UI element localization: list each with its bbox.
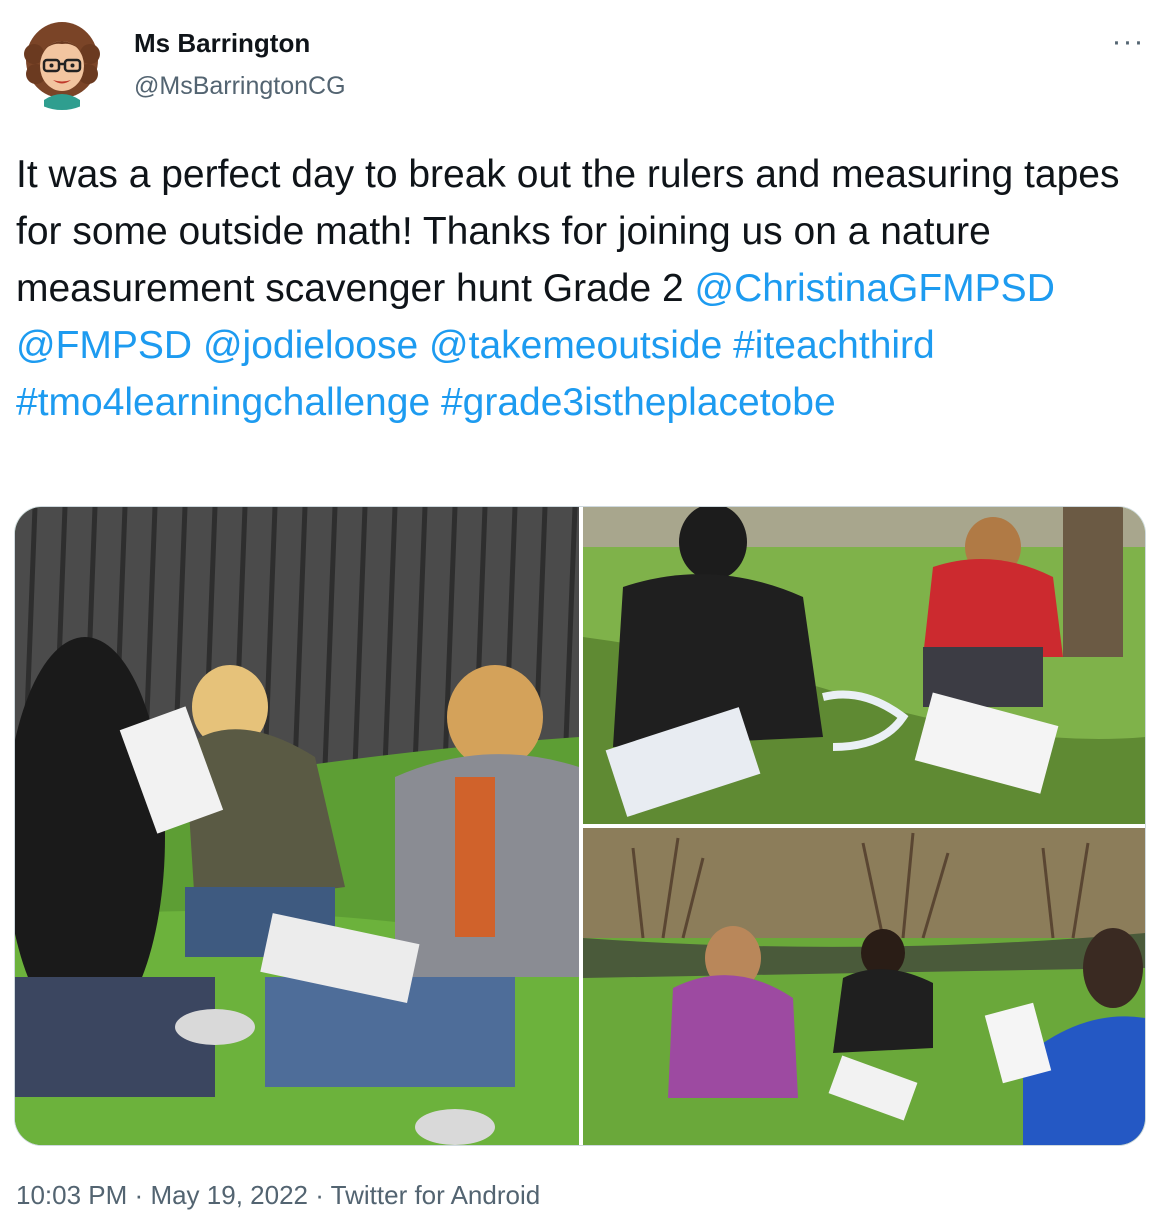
tweet-text-segment <box>430 381 441 424</box>
tweet-date[interactable]: May 19, 2022 <box>150 1180 308 1210</box>
tweet-time[interactable]: 10:03 PM <box>16 1180 127 1210</box>
photo-girls-by-creek <box>583 828 1145 1145</box>
tweet-text: It was a perfect day to break out the ru… <box>16 146 1146 431</box>
tweet-meta: 10:03 PM · May 19, 2022 · Twitter for An… <box>16 1180 540 1211</box>
photo-1[interactable] <box>15 507 579 1145</box>
author-name[interactable]: Ms Barrington <box>134 28 310 59</box>
mention-link[interactable]: @FMPSD <box>16 324 192 367</box>
mention-link[interactable]: @takemeoutside <box>429 324 722 367</box>
photo-boys-measuring <box>583 507 1145 824</box>
photo-3[interactable] <box>583 828 1145 1145</box>
meta-separator: · <box>134 1180 144 1210</box>
mention-link[interactable]: @ChristinaGFMPSD <box>695 267 1055 310</box>
photo-2[interactable] <box>583 507 1145 824</box>
tweet-text-segment <box>935 324 946 367</box>
hashtag-link[interactable]: #tmo4learningchallenge <box>16 381 430 424</box>
meta-separator: · <box>315 1180 324 1210</box>
photo-grid <box>14 506 1146 1146</box>
bitmoji-avatar-icon <box>14 14 110 110</box>
photo-kids-by-fence <box>15 507 579 1145</box>
tweet-text-segment <box>418 324 429 367</box>
hashtag-link[interactable]: #iteachthird <box>733 324 935 367</box>
author-handle[interactable]: @MsBarringtonCG <box>134 72 346 101</box>
tweet-text-segment <box>722 324 733 367</box>
mention-link[interactable]: @jodieloose <box>203 324 418 367</box>
tweet-text-segment <box>1055 267 1066 310</box>
more-options-icon[interactable]: ··· <box>1108 22 1148 62</box>
tweet-text-segment <box>192 324 203 367</box>
hashtag-link[interactable]: #grade3istheplacetobe <box>441 381 836 424</box>
tweet-source[interactable]: Twitter for Android <box>331 1180 541 1210</box>
author-avatar[interactable] <box>14 14 110 110</box>
